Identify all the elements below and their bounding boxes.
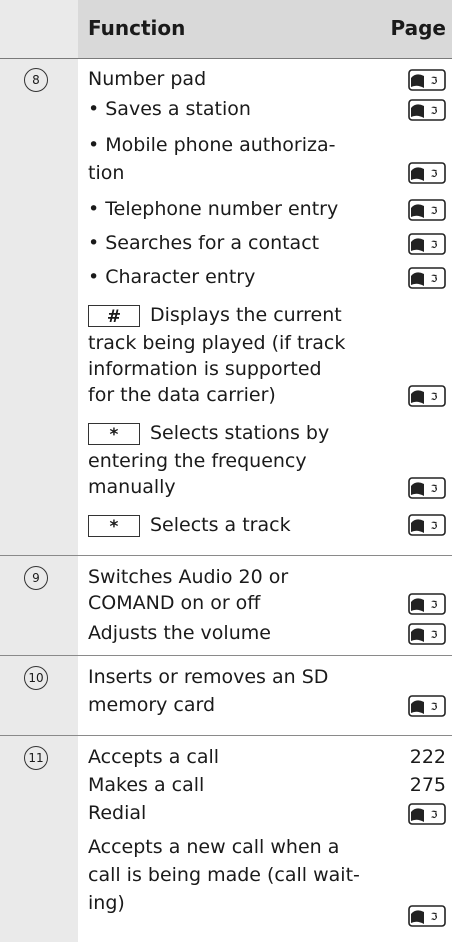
page-reference-icon: ℑ [408, 695, 446, 717]
list-item: track being played (if track [88, 332, 346, 354]
key-star: * [88, 514, 140, 537]
row-separator [0, 555, 452, 556]
callout-number-8: 8 [24, 68, 48, 92]
list-item: * Selects a track [88, 512, 291, 538]
page-reference-icon: ℑ [408, 162, 446, 184]
list-item-text: Selects stations by [150, 422, 330, 444]
list-item: Number pad [88, 68, 207, 90]
list-item: • Saves a station [88, 98, 251, 120]
callout-number-9: 9 [24, 566, 48, 590]
svg-text:ℑ: ℑ [431, 76, 438, 87]
list-item: for the data carrier) [88, 384, 276, 406]
page-reference-icon: ℑ [408, 99, 446, 121]
svg-text:ℑ: ℑ [431, 912, 438, 923]
list-item: memory card [88, 694, 216, 716]
svg-text:ℑ: ℑ [431, 600, 438, 611]
page-reference-icon: ℑ [408, 233, 446, 255]
page-reference-icon: ℑ [408, 267, 446, 289]
header-function: Function [88, 16, 186, 40]
svg-text:ℑ: ℑ [431, 274, 438, 285]
list-item: entering the frequency [88, 450, 307, 472]
list-item: Switches Audio 20 or [88, 566, 289, 588]
list-item: call is being made (call wait- [88, 864, 360, 886]
list-item-text: Displays the current [150, 304, 342, 326]
svg-text:ℑ: ℑ [431, 392, 438, 403]
page-number: 222 [409, 746, 446, 768]
page-reference-icon: ℑ [408, 69, 446, 91]
page-reference-icon: ℑ [408, 623, 446, 645]
svg-text:ℑ: ℑ [431, 521, 438, 532]
key-hash: # [88, 304, 140, 327]
list-item-text: Selects a track [150, 514, 291, 536]
svg-text:ℑ: ℑ [431, 484, 438, 495]
list-item: • Mobile phone authoriza- [88, 134, 336, 156]
key-star: * [88, 422, 140, 445]
list-item: Redial [88, 802, 147, 824]
list-item: information is supported [88, 358, 322, 380]
list-item: * Selects stations by [88, 420, 329, 446]
list-item: Inserts or removes an SD [88, 666, 329, 688]
list-item: • Character entry [88, 266, 256, 288]
list-item: Accepts a call [88, 746, 220, 768]
svg-text:ℑ: ℑ [431, 702, 438, 713]
list-item: COMAND on or off [88, 592, 261, 614]
callout-number-11: 11 [24, 746, 48, 770]
page-number: 275 [409, 774, 446, 796]
svg-text:ℑ: ℑ [431, 630, 438, 641]
row-separator [0, 655, 452, 656]
list-item: manually [88, 476, 176, 498]
svg-text:ℑ: ℑ [431, 169, 438, 180]
svg-text:ℑ: ℑ [431, 106, 438, 117]
list-item: ing) [88, 892, 125, 914]
list-item: tion [88, 162, 125, 184]
list-item: Makes a call [88, 774, 205, 796]
list-item: • Searches for a contact [88, 232, 320, 254]
list-item: # Displays the current [88, 302, 342, 328]
row-separator [0, 735, 452, 736]
svg-text:ℑ: ℑ [431, 206, 438, 217]
page-reference-icon: ℑ [408, 199, 446, 221]
header-page: Page [390, 16, 447, 40]
page-reference-icon: ℑ [408, 514, 446, 536]
number-column [0, 59, 78, 942]
page-reference-icon: ℑ [408, 477, 446, 499]
page-reference-icon: ℑ [408, 803, 446, 825]
page-reference-icon: ℑ [408, 593, 446, 615]
page-reference-icon: ℑ [408, 905, 446, 927]
header-number-column [0, 0, 78, 58]
table-header: Function Page [0, 0, 452, 59]
list-item: Accepts a new call when a [88, 836, 340, 858]
list-item: Adjusts the volume [88, 622, 271, 644]
svg-text:ℑ: ℑ [431, 240, 438, 251]
page-reference-icon: ℑ [408, 385, 446, 407]
list-item: • Telephone number entry [88, 198, 339, 220]
callout-number-10: 10 [24, 666, 48, 690]
svg-text:ℑ: ℑ [431, 810, 438, 821]
